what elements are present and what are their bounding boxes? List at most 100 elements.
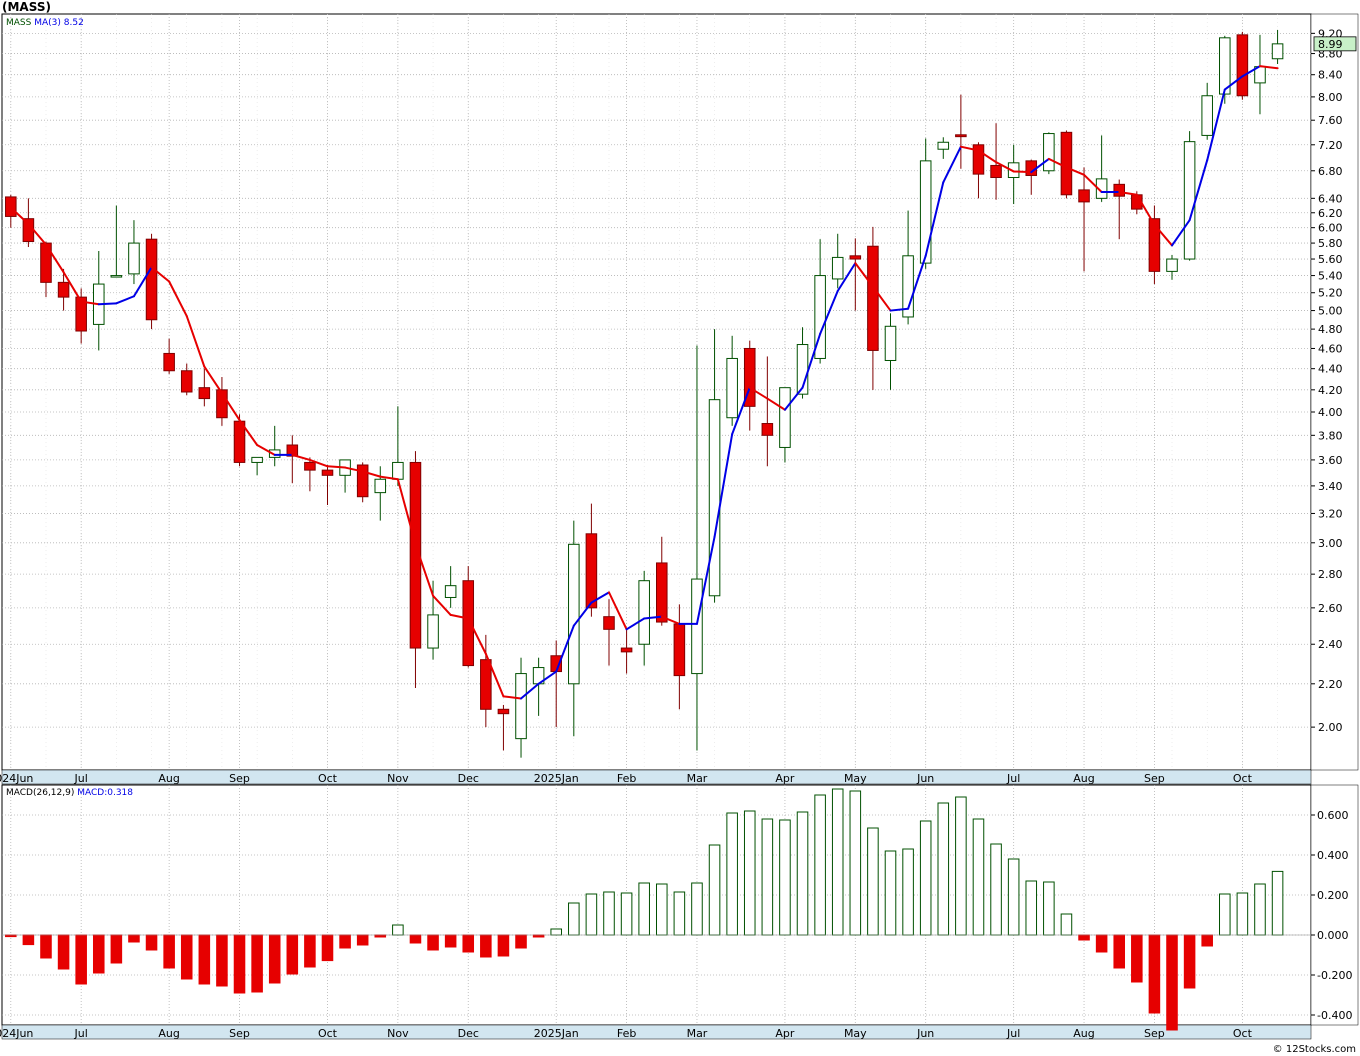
price-x-tick-label: Jul bbox=[74, 772, 88, 785]
macd-x-tick-label: Dec bbox=[458, 1027, 479, 1040]
price-legend: MASS MA(3) 8.52 bbox=[6, 18, 84, 28]
price-y-tick-label: 5.80 bbox=[1318, 237, 1343, 250]
price-x-tick-label: Dec bbox=[458, 772, 479, 785]
candle-body bbox=[708, 399, 721, 597]
legend-symbol: MASS bbox=[6, 18, 34, 28]
candle-body bbox=[1166, 258, 1178, 272]
macd-bar bbox=[1095, 934, 1108, 953]
price-y-tick-label: 6.80 bbox=[1318, 165, 1343, 178]
price-y-tick-label: 2.00 bbox=[1318, 721, 1343, 734]
macd-x-tick-label: May bbox=[844, 1027, 867, 1040]
macd-x-tick-label: Jun bbox=[916, 1027, 934, 1040]
price-y-tick-label: 2.20 bbox=[1318, 678, 1343, 691]
macd-bar bbox=[550, 928, 562, 936]
macd-bar bbox=[1007, 858, 1020, 936]
candle-body bbox=[462, 580, 475, 667]
candle-body bbox=[638, 580, 650, 645]
price-y-tick-label: 7.60 bbox=[1318, 114, 1343, 127]
macd-bar bbox=[1113, 934, 1126, 969]
macd-y-tick-label: 0.600 bbox=[1317, 809, 1349, 822]
macd-bar bbox=[92, 934, 105, 974]
copyright-text: © 12Stocks.com bbox=[1272, 1044, 1356, 1055]
price-x-tick-label: Aug bbox=[158, 772, 179, 785]
price-y-tick-label: 4.60 bbox=[1318, 342, 1343, 355]
price-y-tick-label: 3.80 bbox=[1318, 429, 1343, 442]
macd-bar bbox=[110, 934, 123, 964]
macd-x-tick-label: Sep bbox=[1144, 1027, 1165, 1040]
candle-body bbox=[233, 420, 246, 463]
candle-body bbox=[585, 533, 598, 609]
price-y-tick-label: 5.20 bbox=[1318, 287, 1343, 300]
candle-body bbox=[1113, 183, 1126, 197]
candle-body bbox=[937, 141, 950, 150]
macd-bar bbox=[831, 788, 844, 936]
macd-bar bbox=[251, 934, 263, 993]
price-y-tick-label: 4.20 bbox=[1318, 384, 1343, 397]
macd-bar bbox=[796, 811, 809, 936]
price-x-tick-label: Feb bbox=[617, 772, 636, 785]
macd-x-axis-strip bbox=[1, 1024, 1312, 1040]
price-y-tick-label: 6.40 bbox=[1318, 192, 1343, 205]
macd-x-tick-label: Feb bbox=[617, 1027, 636, 1040]
macd-bar bbox=[585, 893, 598, 936]
price-y-tick-label: 5.40 bbox=[1318, 270, 1343, 283]
candle-body bbox=[198, 387, 211, 400]
price-y-tick-label: 3.20 bbox=[1318, 507, 1343, 520]
price-x-tick-label: Aug bbox=[1073, 772, 1094, 785]
candle-body bbox=[761, 423, 774, 436]
price-x-tick-label: Jun bbox=[916, 772, 934, 785]
ma-line-segment bbox=[326, 465, 347, 469]
candle-body bbox=[656, 562, 668, 623]
macd-bar bbox=[779, 819, 791, 936]
price-x-tick-label: Oct bbox=[1233, 772, 1253, 785]
macd-bar bbox=[1060, 913, 1073, 936]
macd-bar bbox=[1254, 883, 1266, 936]
macd-bar bbox=[304, 934, 316, 968]
price-y-tick-label: 3.40 bbox=[1318, 480, 1343, 493]
price-y-tick-label: 6.00 bbox=[1318, 222, 1343, 235]
price-y-tick-label: 4.80 bbox=[1318, 323, 1343, 336]
macd-y-tick-label: 0.000 bbox=[1317, 929, 1349, 942]
macd-bar bbox=[919, 820, 932, 936]
macd-bar bbox=[1025, 880, 1038, 936]
macd-bar bbox=[902, 848, 914, 936]
macd-bar bbox=[1201, 934, 1213, 947]
macd-bar bbox=[990, 843, 1002, 936]
candle-body bbox=[444, 585, 457, 598]
price-x-tick-label: 2025Jan bbox=[534, 772, 579, 785]
macd-bar bbox=[216, 934, 228, 987]
macd-bar bbox=[849, 790, 862, 936]
price-x-tick-label: Jul bbox=[1006, 772, 1020, 785]
macd-legend: MACD(26,12,9) MACD:0.318 bbox=[6, 788, 133, 798]
macd-y-tick-label: -0.400 bbox=[1317, 1009, 1352, 1022]
candle-body bbox=[867, 245, 879, 351]
candle-body bbox=[691, 578, 703, 675]
macd-bar bbox=[392, 924, 404, 936]
candle-body bbox=[849, 255, 862, 260]
macd-bar bbox=[1236, 892, 1249, 936]
stock-chart: 2024Jun 2024Jun Jul Jul Aug Aug Sep Sep Oct Oct No… bbox=[0, 13, 1359, 1040]
macd-legend-label: MACD(26,12,9) bbox=[6, 788, 77, 798]
macd-bar bbox=[1166, 934, 1178, 1031]
price-y-tick-label: 8.00 bbox=[1318, 91, 1343, 104]
candle-body bbox=[673, 623, 686, 677]
macd-bar bbox=[480, 934, 492, 958]
macd-bar bbox=[955, 796, 967, 936]
candle-body bbox=[163, 352, 175, 372]
price-x-tick-label: 2024Jun bbox=[0, 772, 33, 785]
macd-bar bbox=[1183, 934, 1196, 989]
macd-x-tick-label: Apr bbox=[775, 1027, 795, 1040]
macd-bar bbox=[515, 934, 527, 949]
macd-bar bbox=[1148, 934, 1161, 1014]
macd-bar bbox=[884, 850, 897, 936]
candle-body bbox=[1060, 131, 1073, 196]
macd-bar bbox=[339, 934, 351, 949]
price-y-tick-label: 2.60 bbox=[1318, 602, 1343, 615]
macd-bar bbox=[409, 934, 422, 944]
candle-body bbox=[1236, 34, 1249, 97]
macd-bar bbox=[233, 934, 246, 994]
macd-bar bbox=[761, 818, 774, 936]
candle-body bbox=[128, 242, 140, 275]
candle-body bbox=[1183, 141, 1196, 260]
candle-body bbox=[884, 325, 897, 361]
